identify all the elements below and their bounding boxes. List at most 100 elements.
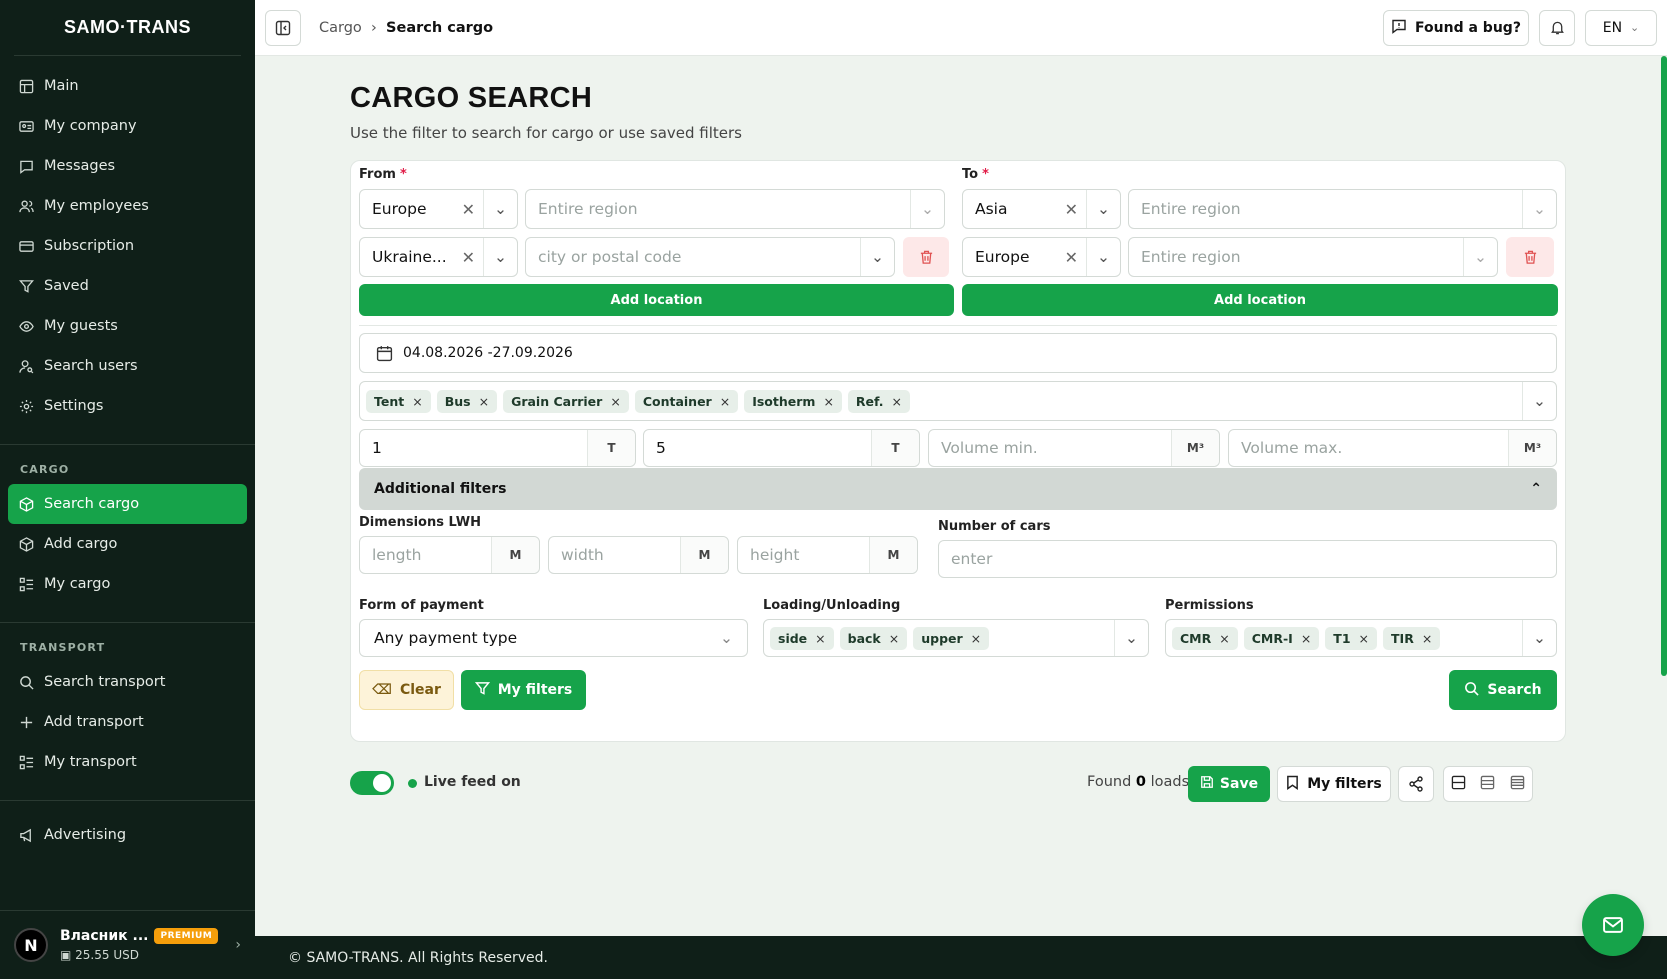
weight-max-input[interactable]: 5T [643,429,920,467]
collapse-sidebar-button[interactable] [265,9,301,46]
clear-filters-button[interactable]: ⌫ Clear [359,670,454,710]
remove-tag-icon[interactable]: × [479,394,489,409]
scrollbar[interactable] [1661,56,1667,676]
weight-min-input[interactable]: 1T [359,429,636,467]
chevron-down-icon[interactable]: ⌄ [483,238,517,276]
sidebar-item-my-employees[interactable]: My employees [8,186,247,226]
chevron-down-icon[interactable]: ⌄ [1463,238,1497,276]
sidebar-item-my-cargo[interactable]: My cargo [8,564,247,604]
from-country-select-2[interactable]: Ukraine... ✕ ⌄ [359,237,518,277]
loading-multiselect[interactable]: side × back × upper × ⌄ [763,619,1149,657]
length-input[interactable]: length M [359,536,540,574]
chevron-down-icon[interactable]: ⌄ [1086,238,1120,276]
number-of-cars-input[interactable]: enter [938,540,1557,578]
to-region-select[interactable]: Entire region ⌄ [1128,189,1557,229]
sidebar-item-main[interactable]: Main [8,66,247,106]
remove-tag-icon[interactable]: × [720,394,730,409]
sidebar-item-subscription[interactable]: Subscription [8,226,247,266]
chevron-down-icon[interactable]: ⌄ [1522,620,1556,656]
breadcrumb-parent[interactable]: Cargo [319,20,362,36]
remove-tag-icon[interactable]: × [1359,631,1369,646]
language-select[interactable]: EN ⌄ [1585,9,1657,46]
sidebar-item-my-transport[interactable]: My transport [8,742,247,782]
my-filters-button[interactable]: My filters [461,670,586,710]
live-feed-toggle[interactable] [350,771,394,795]
width-input[interactable]: width M [548,536,729,574]
remove-tag-icon[interactable]: × [892,394,902,409]
sidebar-item-saved[interactable]: Saved [8,266,247,306]
additional-filters-toggle[interactable]: Additional filters ⌃ [359,468,1557,510]
brand-logo[interactable]: SAMO·TRANS [14,0,241,56]
cargo-filter-card: From * To * Europe ✕ ⌄ Entire region ⌄ Asia ✕ ⌄… [350,160,1566,742]
remove-tag-icon[interactable]: × [412,394,422,409]
date-range-picker[interactable]: 04.08.2026 -27.09.2026 [359,333,1557,373]
from-label-text: From [359,167,396,182]
permission-tag: TIR × [1383,626,1441,650]
remove-tag-icon[interactable]: × [1422,631,1432,646]
sidebar-item-add-cargo[interactable]: Add cargo [8,524,247,564]
notifications-button[interactable] [1539,9,1575,46]
contact-button[interactable] [1582,894,1644,956]
delete-location-button[interactable] [1506,237,1554,277]
remove-tag-icon[interactable]: × [1301,631,1311,646]
sidebar-item-my-guests[interactable]: My guests [8,306,247,346]
view-table-icon[interactable] [1510,775,1525,794]
from-region-select[interactable]: Entire region ⌄ [525,189,945,229]
cargo-section-title: CARGO [20,463,70,476]
sidebar: SAMO·TRANS Main My company Messages My e… [0,0,255,979]
remove-tag-icon[interactable]: × [815,631,825,646]
remove-tag-icon[interactable]: × [971,631,981,646]
sidebar-item-my-company[interactable]: My company [8,106,247,146]
remove-tag-icon[interactable]: × [610,394,620,409]
clear-icon[interactable]: ✕ [454,248,483,267]
box-search-icon [18,496,34,512]
report-bug-label: Found a bug? [1415,19,1521,36]
from-city-input[interactable]: city or postal code ⌄ [525,237,895,277]
height-input[interactable]: height M [737,536,918,574]
required-mark: * [399,167,407,182]
clear-icon[interactable]: ✕ [454,200,483,219]
sidebar-item-search-cargo[interactable]: Search cargo [8,484,247,524]
add-to-location-button[interactable]: Add location [962,284,1558,316]
chevron-down-icon[interactable]: ⌄ [910,190,944,228]
remove-tag-icon[interactable]: × [823,394,833,409]
save-search-button[interactable]: Save [1188,766,1270,802]
volume-max-input[interactable]: Volume max. M³ [1228,429,1557,467]
payment-select[interactable]: Any payment type ⌄ [359,619,748,657]
view-list-icon[interactable] [1480,775,1495,794]
loading-tags: side × back × upper × [764,626,1114,650]
chevron-down-icon[interactable]: ⌄ [860,238,894,276]
search-button[interactable]: Search [1449,670,1557,710]
to-country-select-2[interactable]: Europe ✕ ⌄ [962,237,1121,277]
sidebar-item-add-transport[interactable]: Add transport [8,702,247,742]
to-region-select-2[interactable]: Entire region ⌄ [1128,237,1498,277]
add-from-location-button[interactable]: Add location [359,284,954,316]
volume-min-input[interactable]: Volume min. M³ [928,429,1220,467]
remove-tag-icon[interactable]: × [889,631,899,646]
sidebar-item-messages[interactable]: Messages [8,146,247,186]
sidebar-item-settings[interactable]: Settings [8,386,247,426]
share-button[interactable] [1398,766,1434,802]
user-profile[interactable]: N Власник ... PREMIUM ▣ 25.55 USD › [0,910,255,979]
chevron-down-icon[interactable]: ⌄ [1522,190,1556,228]
clear-icon[interactable]: ✕ [1057,248,1086,267]
chevron-down-icon[interactable]: ⌄ [1522,382,1556,420]
chevron-down-icon[interactable]: ⌄ [1086,190,1120,228]
remove-tag-icon[interactable]: × [1219,631,1229,646]
sidebar-item-search-users[interactable]: Search users [8,346,247,386]
footer: © SAMO-TRANS. All Rights Reserved. [255,936,1667,979]
view-compact-icon[interactable] [1451,775,1466,794]
chevron-down-icon[interactable]: ⌄ [483,190,517,228]
delete-location-button[interactable] [903,237,949,277]
body-type-multiselect[interactable]: Tent × Bus × Grain Carrier × Container × Isother… [359,381,1557,421]
permissions-multiselect[interactable]: CMR × CMR-I × T1 × TIR × ⌄ [1165,619,1557,657]
saved-filters-button[interactable]: My filters [1277,766,1391,802]
from-country-select[interactable]: Europe ✕ ⌄ [359,189,518,229]
to-country-select[interactable]: Asia ✕ ⌄ [962,189,1121,229]
chevron-down-icon[interactable]: ⌄ [1114,620,1148,656]
report-bug-button[interactable]: Found a bug? [1383,9,1529,46]
sidebar-item-advertising[interactable]: Advertising [8,815,247,855]
clear-icon[interactable]: ✕ [1057,200,1086,219]
sidebar-item-label: Add transport [44,714,144,730]
sidebar-item-search-transport[interactable]: Search transport [8,662,247,702]
